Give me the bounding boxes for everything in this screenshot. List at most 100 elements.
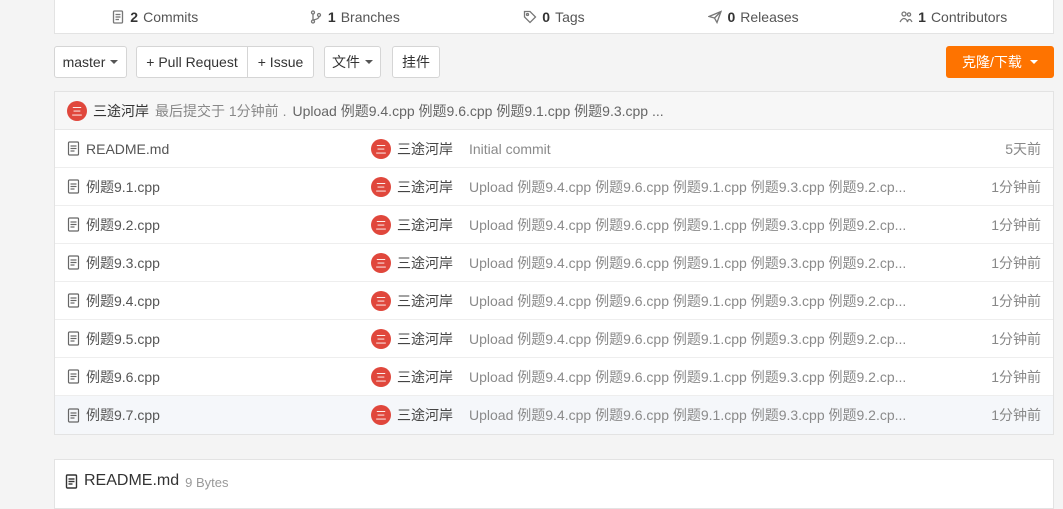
- file-name-link[interactable]: README.md: [67, 141, 169, 157]
- row-author[interactable]: 三三途河岸: [371, 366, 453, 387]
- table-row: 例题9.6.cpp 三三途河岸 Upload 例题9.4.cpp 例题9.6.c…: [55, 358, 1053, 396]
- issue-button[interactable]: + Issue: [248, 46, 314, 78]
- clone-download-button[interactable]: 克隆/下载: [946, 46, 1054, 78]
- files-label: 文件: [332, 54, 360, 70]
- stat-label: Releases: [740, 8, 799, 25]
- avatar: 三: [371, 290, 391, 311]
- row-author[interactable]: 三三途河岸: [371, 176, 453, 197]
- author-name: 三途河岸: [397, 216, 453, 233]
- stat-releases[interactable]: 0 Releases: [654, 3, 854, 25]
- file-name-link[interactable]: 例题9.2.cpp: [67, 215, 160, 235]
- file-name-link[interactable]: 例题9.1.cpp: [67, 177, 160, 197]
- table-row: 例题9.7.cpp 三三途河岸 Upload 例题9.4.cpp 例题9.6.c…: [55, 396, 1053, 434]
- stat-label: Contributors: [930, 8, 1008, 25]
- file-icon: [67, 331, 80, 346]
- latest-commit-bar: 三 三途河岸 最后提交于 1分钟前 . Upload 例题9.4.cpp 例题9…: [55, 92, 1053, 130]
- file-name: 例题9.5.cpp: [86, 330, 160, 347]
- stat-branches[interactable]: 1 Branches: [255, 3, 455, 25]
- branch-select[interactable]: master: [54, 46, 127, 78]
- avatar: 三: [371, 328, 391, 349]
- table-row: 例题9.2.cpp 三三途河岸 Upload 例题9.4.cpp 例题9.6.c…: [55, 206, 1053, 244]
- file-icon: [67, 407, 80, 423]
- readme-size: 9 Bytes: [185, 475, 229, 490]
- avatar: 三: [371, 214, 391, 235]
- file-name: 例题9.2.cpp: [86, 216, 160, 233]
- caret-down-icon: [110, 60, 119, 64]
- stat-commits[interactable]: 2 Commits: [55, 3, 255, 25]
- row-commit-message[interactable]: Upload 例题9.4.cpp 例题9.6.cpp 例题9.1.cpp 例题9…: [469, 177, 906, 197]
- row-author[interactable]: 三三途河岸: [371, 252, 453, 273]
- row-author[interactable]: 三三途河岸: [371, 328, 453, 349]
- row-time: 1分钟前: [991, 368, 1041, 385]
- stat-label: Tags: [555, 8, 585, 25]
- file-name-link[interactable]: 例题9.5.cpp: [67, 329, 160, 349]
- file-name: 例题9.7.cpp: [86, 407, 160, 423]
- commit-author[interactable]: 三途河岸: [93, 101, 149, 121]
- avatar[interactable]: 三: [67, 100, 87, 121]
- author-name: 三途河岸: [397, 330, 453, 347]
- row-time: 1分钟前: [991, 254, 1041, 271]
- file-name: 例题9.3.cpp: [86, 254, 160, 271]
- readme-panel: README.md 9 Bytes: [54, 459, 1054, 509]
- row-author[interactable]: 三三途河岸: [371, 138, 453, 159]
- file-name: 例题9.4.cpp: [86, 292, 160, 309]
- file-name-link[interactable]: 例题9.4.cpp: [67, 291, 160, 311]
- row-commit-message[interactable]: Upload 例题9.4.cpp 例题9.6.cpp 例题9.1.cpp 例题9…: [469, 291, 906, 311]
- branch-icon: [310, 9, 322, 24]
- file-name: 例题9.6.cpp: [86, 368, 160, 385]
- table-row: README.md 三三途河岸 Initial commit 5天前: [55, 130, 1053, 168]
- row-commit-message[interactable]: Upload 例题9.4.cpp 例题9.6.cpp 例题9.1.cpp 例题9…: [469, 367, 906, 387]
- file-icon: [67, 141, 80, 156]
- widgets-button[interactable]: 挂件: [392, 46, 440, 78]
- document-icon: [113, 9, 124, 24]
- row-commit-message[interactable]: Initial commit: [469, 141, 551, 157]
- pull-request-button[interactable]: + Pull Request: [136, 46, 248, 78]
- avatar: 三: [371, 176, 391, 197]
- row-author[interactable]: 三三途河岸: [371, 214, 453, 235]
- row-commit-message[interactable]: Upload 例题9.4.cpp 例题9.6.cpp 例题9.1.cpp 例题9…: [469, 253, 906, 273]
- readme-title: README.md: [84, 472, 180, 489]
- table-row: 例题9.5.cpp 三三途河岸 Upload 例题9.4.cpp 例题9.6.c…: [55, 320, 1053, 358]
- file-name-link[interactable]: 例题9.6.cpp: [67, 367, 160, 387]
- stat-count: 0: [542, 8, 551, 25]
- row-time: 1分钟前: [991, 178, 1041, 195]
- row-commit-message[interactable]: Upload 例题9.4.cpp 例题9.6.cpp 例题9.1.cpp 例题9…: [469, 329, 906, 349]
- files-dropdown[interactable]: 文件: [324, 46, 381, 78]
- file-icon: [67, 293, 80, 308]
- row-commit-message[interactable]: Upload 例题9.4.cpp 例题9.6.cpp 例题9.1.cpp 例题9…: [469, 405, 906, 425]
- caret-down-icon: [365, 60, 373, 64]
- stat-count: 1: [327, 8, 336, 25]
- file-icon: [67, 217, 80, 232]
- file-name-link[interactable]: 例题9.3.cpp: [67, 253, 160, 273]
- row-time: 1分钟前: [991, 292, 1041, 309]
- contributors-icon: [899, 10, 913, 22]
- commit-meta: 最后提交于 1分钟前 .: [155, 102, 287, 119]
- repo-stats-bar: 2 Commits 1 Branches 0 Tags 0 Releases 1…: [54, 0, 1054, 34]
- author-name: 三途河岸: [397, 178, 453, 195]
- branch-label: master: [62, 54, 106, 70]
- row-time: 5天前: [1005, 140, 1041, 157]
- stat-label: Branches: [340, 8, 400, 25]
- avatar: 三: [371, 138, 391, 159]
- table-row: 例题9.4.cpp 三三途河岸 Upload 例题9.4.cpp 例题9.6.c…: [55, 282, 1053, 320]
- file-icon: [67, 255, 80, 270]
- author-name: 三途河岸: [397, 292, 453, 309]
- avatar: 三: [371, 252, 391, 273]
- row-commit-message[interactable]: Upload 例题9.4.cpp 例题9.6.cpp 例题9.1.cpp 例题9…: [469, 215, 906, 235]
- file-icon: [67, 179, 80, 194]
- clone-label: 克隆/下载: [962, 54, 1022, 70]
- table-row: 例题9.3.cpp 三三途河岸 Upload 例题9.4.cpp 例题9.6.c…: [55, 244, 1053, 282]
- new-item-group: + Pull Request + Issue: [136, 46, 314, 78]
- stat-contributors[interactable]: 1 Contributors: [853, 3, 1053, 25]
- commit-message[interactable]: Upload 例题9.4.cpp 例题9.6.cpp 例题9.1.cpp 例题9…: [292, 101, 663, 121]
- avatar: 三: [371, 405, 391, 425]
- avatar: 三: [371, 366, 391, 387]
- stat-tags[interactable]: 0 Tags: [454, 3, 654, 25]
- row-author[interactable]: 三三途河岸: [371, 290, 453, 311]
- file-list: 三 三途河岸 最后提交于 1分钟前 . Upload 例题9.4.cpp 例题9…: [54, 91, 1054, 435]
- author-name: 三途河岸: [397, 254, 453, 271]
- row-time: 1分钟前: [991, 216, 1041, 233]
- file-name: README.md: [86, 140, 170, 157]
- file-name-link[interactable]: 例题9.7.cpp: [67, 405, 160, 425]
- row-author[interactable]: 三三途河岸: [371, 405, 453, 425]
